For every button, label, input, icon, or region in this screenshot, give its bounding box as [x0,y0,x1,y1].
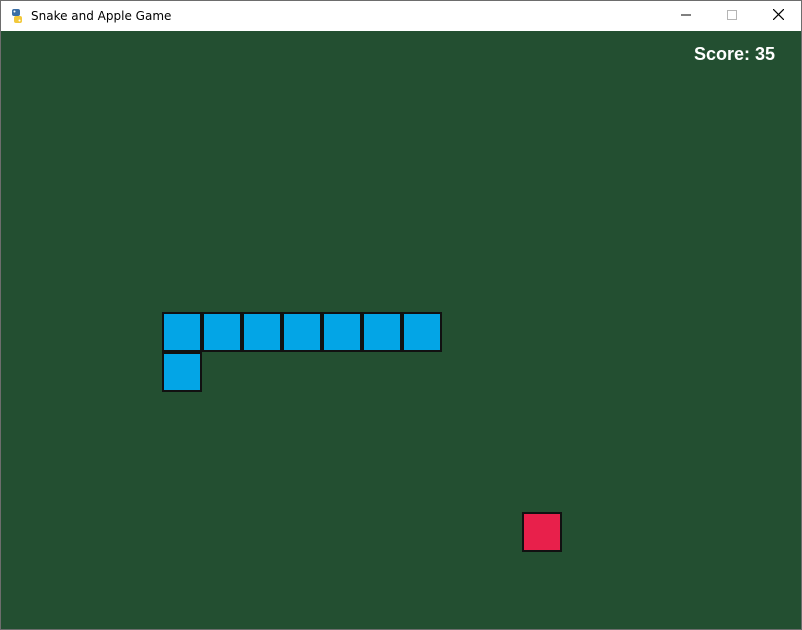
close-button[interactable] [755,1,801,31]
snake-segment [242,312,282,352]
apple [522,512,562,552]
snake-segment [322,312,362,352]
title-bar[interactable]: Snake and Apple Game [1,1,801,31]
game-board[interactable]: Score: 35 [1,31,801,629]
maximize-icon [727,7,737,25]
game-window: Snake and Apple Game Score: 35 [0,0,802,630]
snake-segment [282,312,322,352]
snake-segment [162,312,202,352]
window-controls [663,1,801,31]
snake-segment [162,352,202,392]
snake-segment [202,312,242,352]
snake-segment [402,312,442,352]
window-title: Snake and Apple Game [31,9,172,23]
minimize-icon [681,7,691,25]
python-icon [9,8,25,24]
snake-segment [362,312,402,352]
score-label: Score: 35 [693,44,775,64]
close-icon [772,7,784,25]
minimize-button[interactable] [663,1,709,31]
maximize-button[interactable] [709,1,755,31]
